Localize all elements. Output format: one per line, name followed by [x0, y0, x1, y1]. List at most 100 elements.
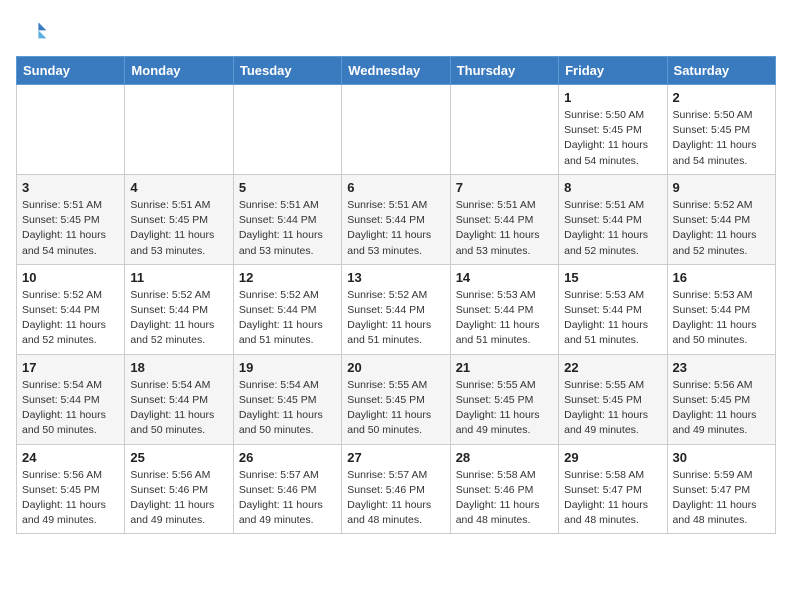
- day-number: 17: [22, 360, 119, 375]
- calendar-cell: [17, 85, 125, 175]
- day-info: Sunrise: 5:51 AM Sunset: 5:44 PM Dayligh…: [347, 198, 444, 259]
- day-info: Sunrise: 5:52 AM Sunset: 5:44 PM Dayligh…: [130, 288, 227, 349]
- calendar-table: SundayMondayTuesdayWednesdayThursdayFrid…: [16, 56, 776, 534]
- day-number: 21: [456, 360, 553, 375]
- day-number: 3: [22, 180, 119, 195]
- calendar-cell: 8 Sunrise: 5:51 AM Sunset: 5:44 PM Daylig…: [559, 174, 667, 264]
- calendar-cell: 27 Sunrise: 5:57 AM Sunset: 5:46 PM Dayli…: [342, 444, 450, 534]
- calendar-header-row: SundayMondayTuesdayWednesdayThursdayFrid…: [17, 57, 776, 85]
- calendar-cell: 17Sunrise: 5:54 AM Sunset: 5:44 PM Dayli…: [17, 354, 125, 444]
- calendar-day-header: Friday: [559, 57, 667, 85]
- day-info: Sunrise: 5:57 AM Sunset: 5:46 PM Dayligh…: [239, 468, 336, 529]
- day-info: Sunrise: 5:52 AM Sunset: 5:44 PM Dayligh…: [22, 288, 119, 349]
- calendar-cell: 10 Sunrise: 5:52 AM Sunset: 5:44 PM Dayli…: [17, 264, 125, 354]
- day-number: 8: [564, 180, 661, 195]
- calendar-day-header: Tuesday: [233, 57, 341, 85]
- calendar-cell: 23 Sunrise: 5:56 AM Sunset: 5:45 PM Dayli…: [667, 354, 775, 444]
- calendar-cell: 30 Sunrise: 5:59 AM Sunset: 5:47 PM Dayli…: [667, 444, 775, 534]
- calendar-cell: 18 Sunrise: 5:54 AM Sunset: 5:44 PM Dayli…: [125, 354, 233, 444]
- day-number: 29: [564, 450, 661, 465]
- page-header: [16, 16, 776, 48]
- calendar-cell: 4Sunrise: 5:51 AM Sunset: 5:45 PM Daylig…: [125, 174, 233, 264]
- day-number: 14: [456, 270, 553, 285]
- day-number: 20: [347, 360, 444, 375]
- day-number: 15: [564, 270, 661, 285]
- calendar-cell: 13 Sunrise: 5:52 AM Sunset: 5:44 PM Dayli…: [342, 264, 450, 354]
- day-number: 22: [564, 360, 661, 375]
- day-info: Sunrise: 5:53 AM Sunset: 5:44 PM Dayligh…: [673, 288, 770, 349]
- day-number: 27: [347, 450, 444, 465]
- calendar-cell: 1Sunrise: 5:50 AM Sunset: 5:45 PM Daylig…: [559, 85, 667, 175]
- day-info: Sunrise: 5:51 AM Sunset: 5:44 PM Dayligh…: [564, 198, 661, 259]
- calendar-day-header: Thursday: [450, 57, 558, 85]
- calendar-cell: 22 Sunrise: 5:55 AM Sunset: 5:45 PM Dayli…: [559, 354, 667, 444]
- day-info: Sunrise: 5:50 AM Sunset: 5:45 PM Dayligh…: [673, 108, 770, 169]
- day-info: Sunrise: 5:58 AM Sunset: 5:47 PM Dayligh…: [564, 468, 661, 529]
- day-info: Sunrise: 5:59 AM Sunset: 5:47 PM Dayligh…: [673, 468, 770, 529]
- calendar-cell: 9 Sunrise: 5:52 AM Sunset: 5:44 PM Daylig…: [667, 174, 775, 264]
- day-number: 6: [347, 180, 444, 195]
- logo: [16, 16, 52, 48]
- day-number: 11: [130, 270, 227, 285]
- day-number: 7: [456, 180, 553, 195]
- logo-icon: [16, 16, 48, 48]
- day-info: Sunrise: 5:54 AM Sunset: 5:44 PM Dayligh…: [130, 378, 227, 439]
- calendar-day-header: Monday: [125, 57, 233, 85]
- day-number: 24: [22, 450, 119, 465]
- calendar-cell: 29 Sunrise: 5:58 AM Sunset: 5:47 PM Dayli…: [559, 444, 667, 534]
- calendar-cell: [125, 85, 233, 175]
- day-number: 5: [239, 180, 336, 195]
- day-info: Sunrise: 5:55 AM Sunset: 5:45 PM Dayligh…: [564, 378, 661, 439]
- calendar-week-row: 1Sunrise: 5:50 AM Sunset: 5:45 PM Daylig…: [17, 85, 776, 175]
- day-info: Sunrise: 5:50 AM Sunset: 5:45 PM Dayligh…: [564, 108, 661, 169]
- calendar-cell: 5 Sunrise: 5:51 AM Sunset: 5:44 PM Daylig…: [233, 174, 341, 264]
- calendar-cell: 26 Sunrise: 5:57 AM Sunset: 5:46 PM Dayli…: [233, 444, 341, 534]
- calendar-cell: 15 Sunrise: 5:53 AM Sunset: 5:44 PM Dayli…: [559, 264, 667, 354]
- calendar-cell: 6 Sunrise: 5:51 AM Sunset: 5:44 PM Daylig…: [342, 174, 450, 264]
- calendar-day-header: Saturday: [667, 57, 775, 85]
- day-number: 23: [673, 360, 770, 375]
- day-number: 16: [673, 270, 770, 285]
- day-number: 28: [456, 450, 553, 465]
- calendar-cell: 3 Sunrise: 5:51 AM Sunset: 5:45 PM Daylig…: [17, 174, 125, 264]
- calendar-cell: 19 Sunrise: 5:54 AM Sunset: 5:45 PM Dayli…: [233, 354, 341, 444]
- calendar-cell: 20 Sunrise: 5:55 AM Sunset: 5:45 PM Dayli…: [342, 354, 450, 444]
- calendar-cell: 24 Sunrise: 5:56 AM Sunset: 5:45 PM Dayli…: [17, 444, 125, 534]
- day-number: 25: [130, 450, 227, 465]
- day-number: 13: [347, 270, 444, 285]
- calendar-day-header: Sunday: [17, 57, 125, 85]
- calendar-cell: [233, 85, 341, 175]
- day-info: Sunrise: 5:51 AM Sunset: 5:45 PM Dayligh…: [22, 198, 119, 259]
- day-number: 9: [673, 180, 770, 195]
- day-info: Sunrise: 5:57 AM Sunset: 5:46 PM Dayligh…: [347, 468, 444, 529]
- calendar-week-row: 24 Sunrise: 5:56 AM Sunset: 5:45 PM Dayli…: [17, 444, 776, 534]
- calendar-week-row: 17 Sunrise: 5:54 AM Sunset: 5:44 PM Dayli…: [17, 354, 776, 444]
- day-info: Sunrise: 5:51 AM Sunset: 5:44 PM Dayligh…: [456, 198, 553, 259]
- day-number: 12: [239, 270, 336, 285]
- day-info: Sunrise: 5:53 AM Sunset: 5:44 PM Dayligh…: [564, 288, 661, 349]
- day-number: 26: [239, 450, 336, 465]
- calendar-cell: 16 Sunrise: 5:53 AM Sunset: 5:44 PM Dayli…: [667, 264, 775, 354]
- day-info: Sunrise: 5:58 AM Sunset: 5:46 PM Dayligh…: [456, 468, 553, 529]
- calendar-cell: 11 Sunrise: 5:52 AM Sunset: 5:44 PM Dayli…: [125, 264, 233, 354]
- day-info: Sunrise: 5:56 AM Sunset: 5:45 PM Dayligh…: [673, 378, 770, 439]
- day-info: Sunrise: 5:51 AM Sunset: 5:44 PM Dayligh…: [239, 198, 336, 259]
- day-info: Sunrise: 5:55 AM Sunset: 5:45 PM Dayligh…: [456, 378, 553, 439]
- day-info: Sunrise: 5:51 AM Sunset: 5:45 PM Dayligh…: [130, 198, 227, 259]
- day-info: Sunrise: 5:52 AM Sunset: 5:44 PM Dayligh…: [347, 288, 444, 349]
- calendar-week-row: 10 Sunrise: 5:52 AM Sunset: 5:44 PM Dayli…: [17, 264, 776, 354]
- day-number: 10: [22, 270, 119, 285]
- day-info: Sunrise: 5:53 AM Sunset: 5:44 PM Dayligh…: [456, 288, 553, 349]
- day-info: Sunrise: 5:56 AM Sunset: 5:46 PM Dayligh…: [130, 468, 227, 529]
- day-info: Sunrise: 5:54 AM Sunset: 5:45 PM Dayligh…: [239, 378, 336, 439]
- day-number: 18: [130, 360, 227, 375]
- day-info: Sunrise: 5:56 AM Sunset: 5:45 PM Dayligh…: [22, 468, 119, 529]
- day-info: Sunrise: 5:52 AM Sunset: 5:44 PM Dayligh…: [239, 288, 336, 349]
- day-number: 19: [239, 360, 336, 375]
- day-number: 30: [673, 450, 770, 465]
- calendar-day-header: Wednesday: [342, 57, 450, 85]
- day-info: Sunrise: 5:55 AM Sunset: 5:45 PM Dayligh…: [347, 378, 444, 439]
- day-number: 2: [673, 90, 770, 105]
- day-info: Sunrise: 5:52 AM Sunset: 5:44 PM Dayligh…: [673, 198, 770, 259]
- calendar-cell: 14 Sunrise: 5:53 AM Sunset: 5:44 PM Dayli…: [450, 264, 558, 354]
